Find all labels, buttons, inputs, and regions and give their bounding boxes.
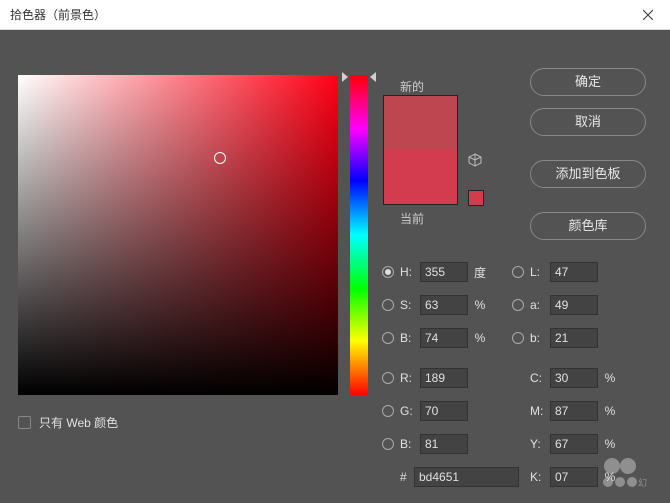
black-input[interactable] [550, 467, 598, 487]
black-row: K: % [530, 465, 618, 489]
yellow-unit: % [602, 437, 618, 451]
gamut-warning-icon[interactable] [468, 153, 482, 167]
lab-b-input[interactable] [550, 328, 598, 348]
lab-b-radio[interactable] [512, 332, 524, 344]
svg-text:幻: 幻 [638, 477, 647, 488]
lab-b-row: b: [512, 326, 598, 350]
lab-b-label: b: [530, 331, 550, 345]
green-input[interactable] [420, 401, 468, 421]
checkbox-icon [18, 416, 31, 429]
magenta-label: M: [530, 404, 550, 418]
web-colors-label: 只有 Web 颜色 [39, 414, 118, 431]
blue-row: B: [382, 432, 468, 456]
magenta-row: M: % [530, 399, 618, 423]
picker-body: 新的 当前 确定 取消 添加到色板 颜色库 只有 Web 颜色 H: 度 S: … [0, 30, 670, 503]
red-row: R: [382, 366, 468, 390]
color-libraries-button[interactable]: 颜色库 [530, 212, 646, 240]
cyan-input[interactable] [550, 368, 598, 388]
brightness-label: B: [400, 331, 420, 345]
current-color-label: 当前 [400, 210, 424, 227]
lightness-input[interactable] [550, 262, 598, 282]
brightness-unit: % [472, 331, 488, 345]
green-radio[interactable] [382, 405, 394, 417]
yellow-row: Y: % [530, 432, 618, 456]
blue-label: B: [400, 437, 420, 451]
blue-radio[interactable] [382, 438, 394, 450]
brightness-radio[interactable] [382, 332, 394, 344]
lab-a-label: a: [530, 298, 550, 312]
saturation-radio[interactable] [382, 299, 394, 311]
sv-cursor [214, 152, 226, 164]
saturation-label: S: [400, 298, 420, 312]
lightness-label: L: [530, 265, 550, 279]
red-radio[interactable] [382, 372, 394, 384]
lab-a-radio[interactable] [512, 299, 524, 311]
close-button[interactable] [625, 0, 670, 30]
hue-input[interactable] [420, 262, 468, 282]
closest-color-swatch[interactable] [468, 190, 484, 206]
yellow-input[interactable] [550, 434, 598, 454]
web-colors-checkbox[interactable]: 只有 Web 颜色 [18, 414, 118, 431]
window-title: 拾色器（前景色） [10, 6, 106, 23]
current-color-preview [384, 150, 457, 204]
saturation-input[interactable] [420, 295, 468, 315]
red-input[interactable] [420, 368, 468, 388]
hue-arrow-right-icon [370, 72, 376, 82]
green-label: G: [400, 404, 420, 418]
titlebar: 拾色器（前景色） [0, 0, 670, 30]
lightness-row: L: [512, 260, 598, 284]
add-swatch-button[interactable]: 添加到色板 [530, 160, 646, 188]
lightness-radio[interactable] [512, 266, 524, 278]
hue-label: H: [400, 265, 420, 279]
red-label: R: [400, 371, 420, 385]
lab-a-row: a: [512, 293, 598, 317]
hue-slider[interactable] [350, 75, 368, 395]
lab-a-input[interactable] [550, 295, 598, 315]
saturation-unit: % [472, 298, 488, 312]
blue-input[interactable] [420, 434, 468, 454]
new-color-preview [384, 96, 457, 150]
cancel-button[interactable]: 取消 [530, 108, 646, 136]
hue-radio[interactable] [382, 266, 394, 278]
saturation-value-field[interactable] [18, 75, 338, 395]
green-row: G: [382, 399, 468, 423]
hue-row: H: 度 [382, 260, 488, 284]
cyan-unit: % [602, 371, 618, 385]
black-label: K: [530, 470, 550, 484]
brightness-input[interactable] [420, 328, 468, 348]
ok-button[interactable]: 确定 [530, 68, 646, 96]
hex-label: # [400, 470, 414, 484]
hex-row: # [400, 465, 519, 489]
close-icon [643, 10, 653, 20]
hex-input[interactable] [414, 467, 519, 487]
magenta-input[interactable] [550, 401, 598, 421]
yellow-label: Y: [530, 437, 550, 451]
brightness-row: B: % [382, 326, 488, 350]
magenta-unit: % [602, 404, 618, 418]
new-color-label: 新的 [400, 78, 424, 95]
black-unit: % [602, 470, 618, 484]
color-swatch [383, 95, 458, 205]
saturation-row: S: % [382, 293, 488, 317]
cyan-row: C: % [530, 366, 618, 390]
hue-arrow-left-icon [342, 72, 348, 82]
cyan-label: C: [530, 371, 550, 385]
hue-unit: 度 [472, 264, 488, 281]
